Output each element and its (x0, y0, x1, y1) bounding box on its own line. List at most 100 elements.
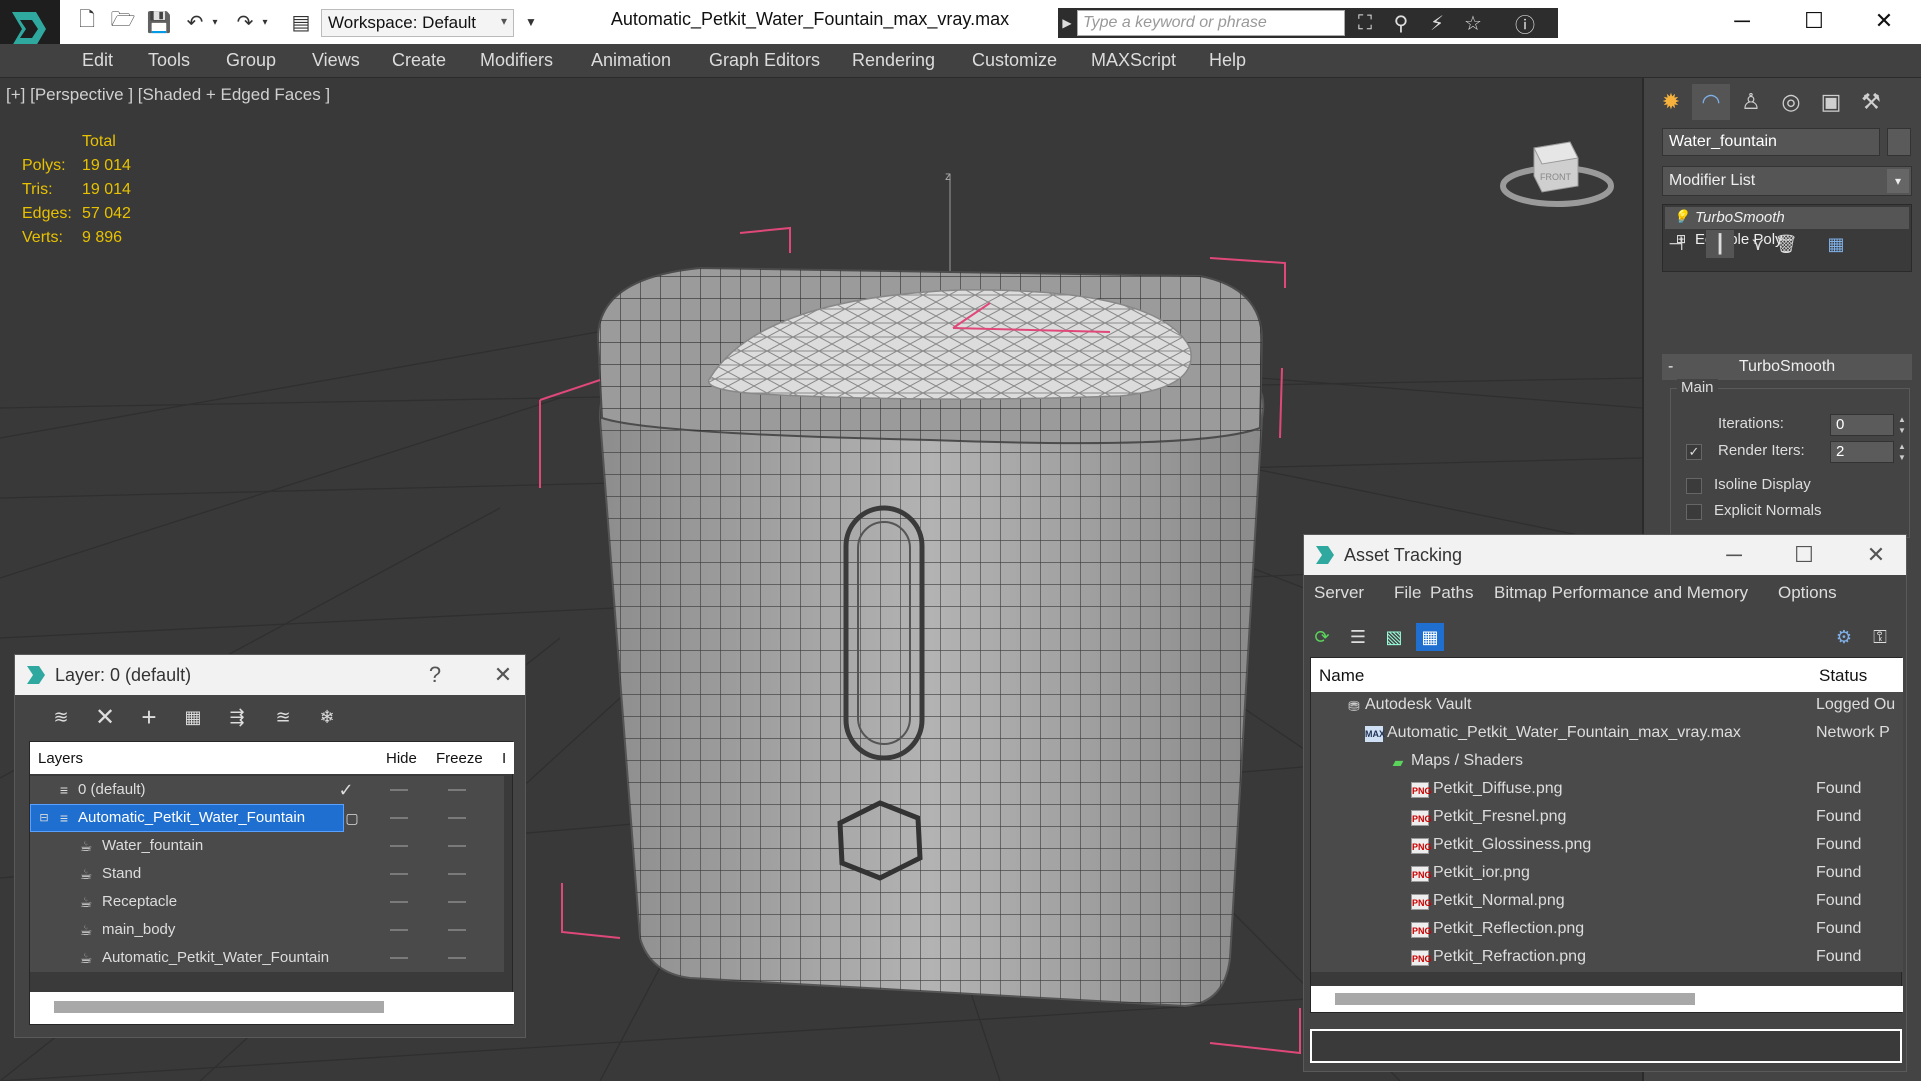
layer-row-object[interactable]: ☕ Receptacle (30, 888, 504, 916)
asset-row-bitmap[interactable]: PNG Petkit_Glossiness.png Found (1311, 832, 1903, 860)
column-layers[interactable]: Layers (38, 750, 83, 767)
menu-edit[interactable]: Edit (82, 50, 113, 71)
pin-stack-icon[interactable]: ⊣ (1662, 230, 1690, 258)
layer-row-object[interactable]: ☕ main_body (30, 916, 504, 944)
asset-menu-bitmap-performance[interactable]: Bitmap Performance and Memory (1494, 583, 1748, 603)
key-icon[interactable]: ⚲ (1388, 11, 1414, 35)
object-color-swatch[interactable] (1887, 128, 1911, 156)
hide-toggle[interactable] (390, 957, 408, 959)
search-input[interactable]: Type a keyword or phrase (1077, 10, 1345, 36)
help-button[interactable]: ? (413, 655, 457, 695)
workspace-dropdown[interactable]: Workspace: Default ▾ (321, 9, 514, 37)
iterations-spinner-arrows-icon[interactable]: ▲ ▼ (1896, 414, 1908, 436)
scrollbar-thumb[interactable] (54, 1001, 384, 1013)
menu-customize[interactable]: Customize (972, 50, 1057, 71)
subscription-icon[interactable]: ⚡ (1424, 11, 1450, 35)
asset-row-bitmap[interactable]: PNG Petkit_Normal.png Found (1311, 888, 1903, 916)
freeze-toggle[interactable] (448, 845, 466, 847)
freeze-toggle[interactable] (448, 929, 466, 931)
column-name[interactable]: Name (1319, 666, 1364, 686)
modifier-list-dropdown[interactable]: Modifier List ▾ (1662, 166, 1912, 196)
close-window-icon[interactable]: ✕ (1864, 6, 1904, 36)
lightbulb-icon[interactable]: 💡 (1673, 209, 1689, 225)
hide-toggle[interactable] (390, 901, 408, 903)
asset-row-bitmap[interactable]: PNG Petkit_Fresnel.png Found (1311, 804, 1903, 832)
favorites-star-icon[interactable]: ☆ (1460, 11, 1486, 35)
save-file-icon[interactable]: 💾 (146, 10, 172, 34)
render-iters-checkbox[interactable]: ✓ (1686, 444, 1702, 460)
undo-dropdown-icon[interactable]: ▾ (208, 10, 222, 34)
redo-dropdown-icon[interactable]: ▾ (258, 10, 272, 34)
menu-help[interactable]: Help (1209, 50, 1246, 71)
list-view-icon[interactable]: ☰ (1344, 623, 1372, 651)
viewport-label[interactable]: [+] [Perspective ] [Shaded + Edged Faces… (6, 85, 330, 105)
collapse-minus-icon[interactable]: ⊟ (36, 810, 52, 826)
freeze-toggle[interactable] (448, 957, 466, 959)
undo-icon[interactable]: ↶ (182, 10, 208, 34)
create-tab-icon[interactable]: ✹ (1652, 84, 1690, 120)
freeze-toggle[interactable] (448, 901, 466, 903)
active-layer-check-icon[interactable]: ✓ (338, 781, 354, 799)
column-status[interactable]: Status (1819, 666, 1867, 686)
menu-rendering[interactable]: Rendering (852, 50, 935, 71)
asset-menu-paths[interactable]: Paths (1430, 583, 1473, 603)
layer-window-titlebar[interactable]: Layer: 0 (default) ? ✕ (15, 655, 525, 695)
render-iters-spinner-arrows-icon[interactable]: ▲ ▼ (1896, 441, 1908, 463)
freeze-toggle[interactable] (448, 873, 466, 875)
make-active-box-icon[interactable]: ▢ (344, 810, 360, 826)
menu-views[interactable]: Views (312, 50, 360, 71)
refresh-icon[interactable]: ⟳ (1308, 623, 1336, 651)
asset-row-bitmap[interactable]: PNG Petkit_ior.png Found (1311, 860, 1903, 888)
display-tab-icon[interactable]: ▣ (1812, 84, 1850, 120)
new-file-icon[interactable]: 🗋 (74, 9, 100, 34)
close-icon[interactable]: ✕ (481, 655, 525, 695)
explicit-normals-checkbox[interactable] (1686, 504, 1702, 520)
render-iters-spinner[interactable]: 2 (1830, 441, 1894, 463)
menu-create[interactable]: Create (392, 50, 446, 71)
hide-toggle[interactable] (390, 929, 408, 931)
open-file-icon[interactable]: 🗁 (110, 9, 136, 34)
layer-horizontal-scrollbar[interactable] (30, 992, 514, 1024)
isoline-display-checkbox[interactable] (1686, 478, 1702, 494)
freeze-toggle[interactable] (448, 789, 466, 791)
asset-row-bitmap[interactable]: PNG Petkit_Reflection.png Found (1311, 916, 1903, 944)
motion-tab-icon[interactable]: ◎ (1772, 84, 1810, 120)
asset-menu-file[interactable]: File (1394, 583, 1421, 603)
menu-group[interactable]: Group (226, 50, 276, 71)
layer-row-object[interactable]: ☕ Water_fountain (30, 832, 504, 860)
modify-tab-icon[interactable]: ◠ (1692, 84, 1730, 120)
thumbnail-view-icon[interactable]: ▧ (1380, 623, 1408, 651)
asset-row-maps-folder[interactable]: ▰ Maps / Shaders (1311, 748, 1903, 776)
help-icon[interactable]: ⓘ (1512, 11, 1538, 37)
asset-menu-options[interactable]: Options (1778, 583, 1837, 603)
close-icon[interactable]: ✕ (1854, 535, 1898, 575)
hide-toggle[interactable] (390, 845, 408, 847)
layer-row-object[interactable]: ☕ Stand (30, 860, 504, 888)
highlight-layer-icon[interactable]: ⇶ (223, 703, 251, 731)
hierarchy-tab-icon[interactable]: ♙ (1732, 84, 1770, 120)
vault-settings-icon[interactable]: ⚿ (1866, 623, 1894, 651)
utilities-tab-icon[interactable]: ⚒ (1852, 84, 1890, 120)
menu-graph-editors[interactable]: Graph Editors (709, 50, 820, 71)
asset-window-titlebar[interactable]: Asset Tracking ─ ☐ ✕ (1304, 535, 1906, 575)
hide-toggle[interactable] (390, 873, 408, 875)
new-layer-icon[interactable]: ≋ (47, 703, 75, 731)
freeze-toggle[interactable] (448, 817, 466, 819)
vault-login-icon[interactable]: ⚙ (1830, 623, 1858, 651)
redo-icon[interactable]: ↷ (232, 10, 258, 34)
show-end-result-icon[interactable]: ┃ (1706, 230, 1734, 258)
asset-row-maxfile[interactable]: MAX Automatic_Petkit_Water_Fountain_max_… (1311, 720, 1903, 748)
stack-item-turbosmooth[interactable]: 💡 TurboSmooth (1665, 207, 1909, 229)
layer-row-selected[interactable]: ⊟ ≡ Automatic_Petkit_Water_Fountain ▢ (30, 804, 504, 832)
remove-modifier-icon[interactable]: 🗑 (1772, 230, 1800, 258)
minimize-window-icon[interactable]: ─ (1712, 535, 1756, 575)
layer-row-object[interactable]: ☕ Automatic_Petkit_Water_Fountain (30, 944, 504, 972)
maximize-window-icon[interactable]: ☐ (1794, 6, 1834, 36)
configure-modifier-sets-icon[interactable]: ▦ (1822, 230, 1850, 258)
hide-toggle[interactable] (390, 789, 408, 791)
asset-horizontal-scrollbar[interactable] (1311, 986, 1903, 1012)
scrollbar-thumb[interactable] (1335, 993, 1695, 1005)
turbosmooth-rollout-header[interactable]: - TurboSmooth (1662, 354, 1912, 380)
column-hide[interactable]: Hide (386, 750, 417, 767)
delete-layer-icon[interactable]: ✕ (91, 703, 119, 731)
